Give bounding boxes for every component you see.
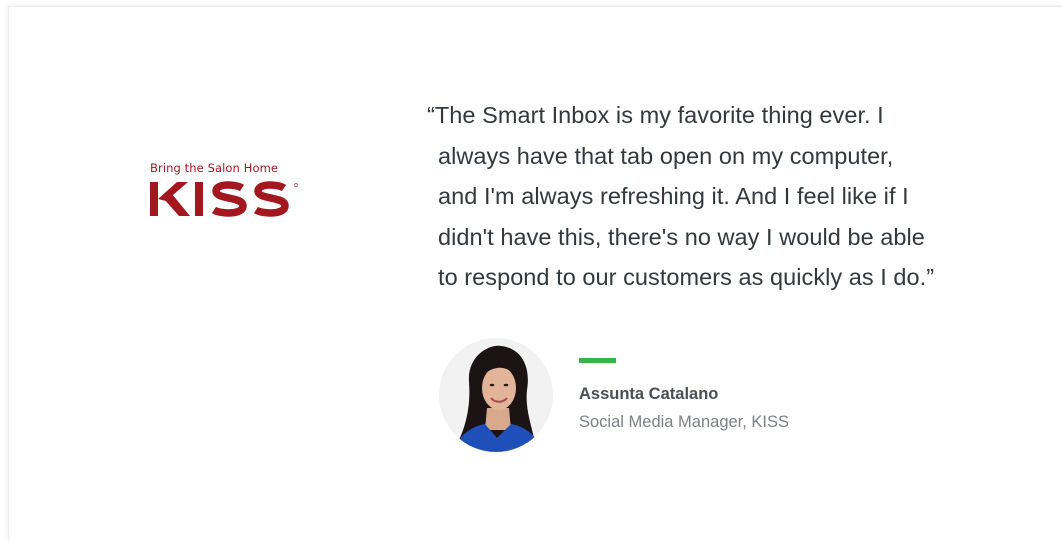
kiss-logo: Bring the Salon Home	[150, 161, 310, 226]
testimonial-quote: “The Smart Inbox is my favorite thing ev…	[427, 95, 1027, 298]
person-name: Assunta Catalano	[579, 385, 719, 403]
kiss-wordmark-logo	[150, 181, 298, 217]
quote-line: didn't have this, there's no way I would…	[438, 223, 925, 250]
logo-tagline: Bring the Salon Home	[150, 161, 279, 175]
accent-bar	[579, 358, 616, 363]
person-title: Social Media Manager, KISS	[579, 413, 790, 431]
page: Bring the Salon Home “The Smart Inbox is…	[0, 0, 1062, 541]
quote-line: and I'm always refreshing it. And I feel…	[438, 183, 909, 209]
quote-line: always have that tab open on my computer…	[438, 142, 894, 169]
quote-line: to respond to our customers as quickly a…	[438, 264, 935, 290]
avatar	[439, 338, 553, 452]
person-portrait-icon	[439, 338, 553, 452]
quote-line: “The Smart Inbox is my favorite thing ev…	[427, 102, 884, 128]
